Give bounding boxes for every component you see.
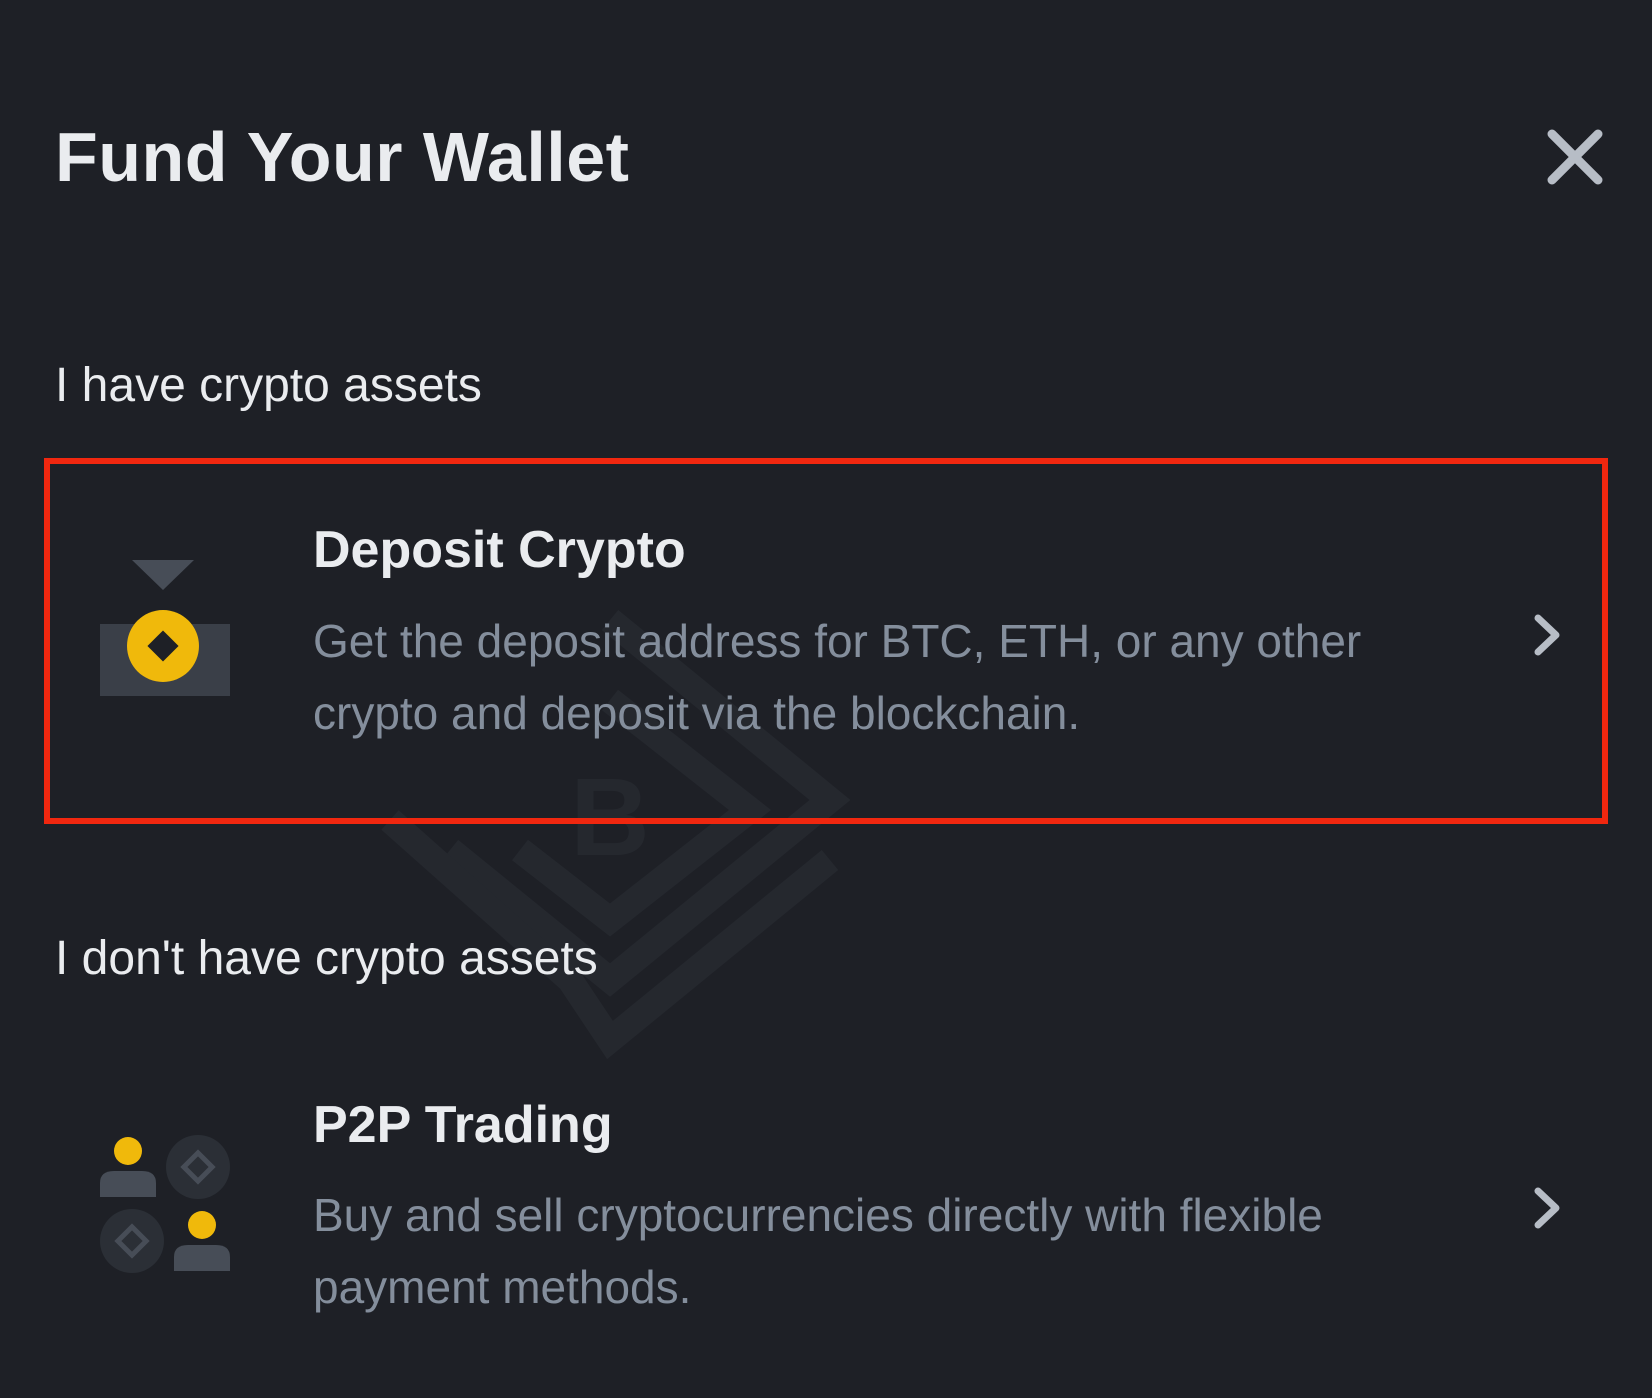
chevron-right-icon [1534,614,1560,656]
close-button[interactable] [1540,122,1610,192]
p2p-trading-option[interactable]: P2P Trading Buy and sell cryptocurrencie… [48,1075,1613,1350]
p2p-icon [100,1135,230,1273]
dialog-title: Fund Your Wallet [55,118,630,196]
p2p-trading-description: Buy and sell cryptocurrencies directly w… [313,1189,1323,1313]
deposit-crypto-option[interactable]: Deposit Crypto Get the deposit address f… [48,460,1613,825]
fund-wallet-dialog: B Fund Your Wallet I have crypto assets … [0,0,1652,1398]
deposit-crypto-description: Get the deposit address for BTC, ETH, or… [313,615,1362,739]
close-icon [1547,129,1603,185]
section-label-no-assets: I don't have crypto assets [55,932,598,985]
chevron-right-icon [1534,1187,1560,1229]
section-label-have-assets: I have crypto assets [55,359,482,412]
deposit-crypto-title: Deposit Crypto [313,521,686,579]
p2p-trading-title: P2P Trading [313,1096,613,1154]
deposit-icon [100,560,230,696]
